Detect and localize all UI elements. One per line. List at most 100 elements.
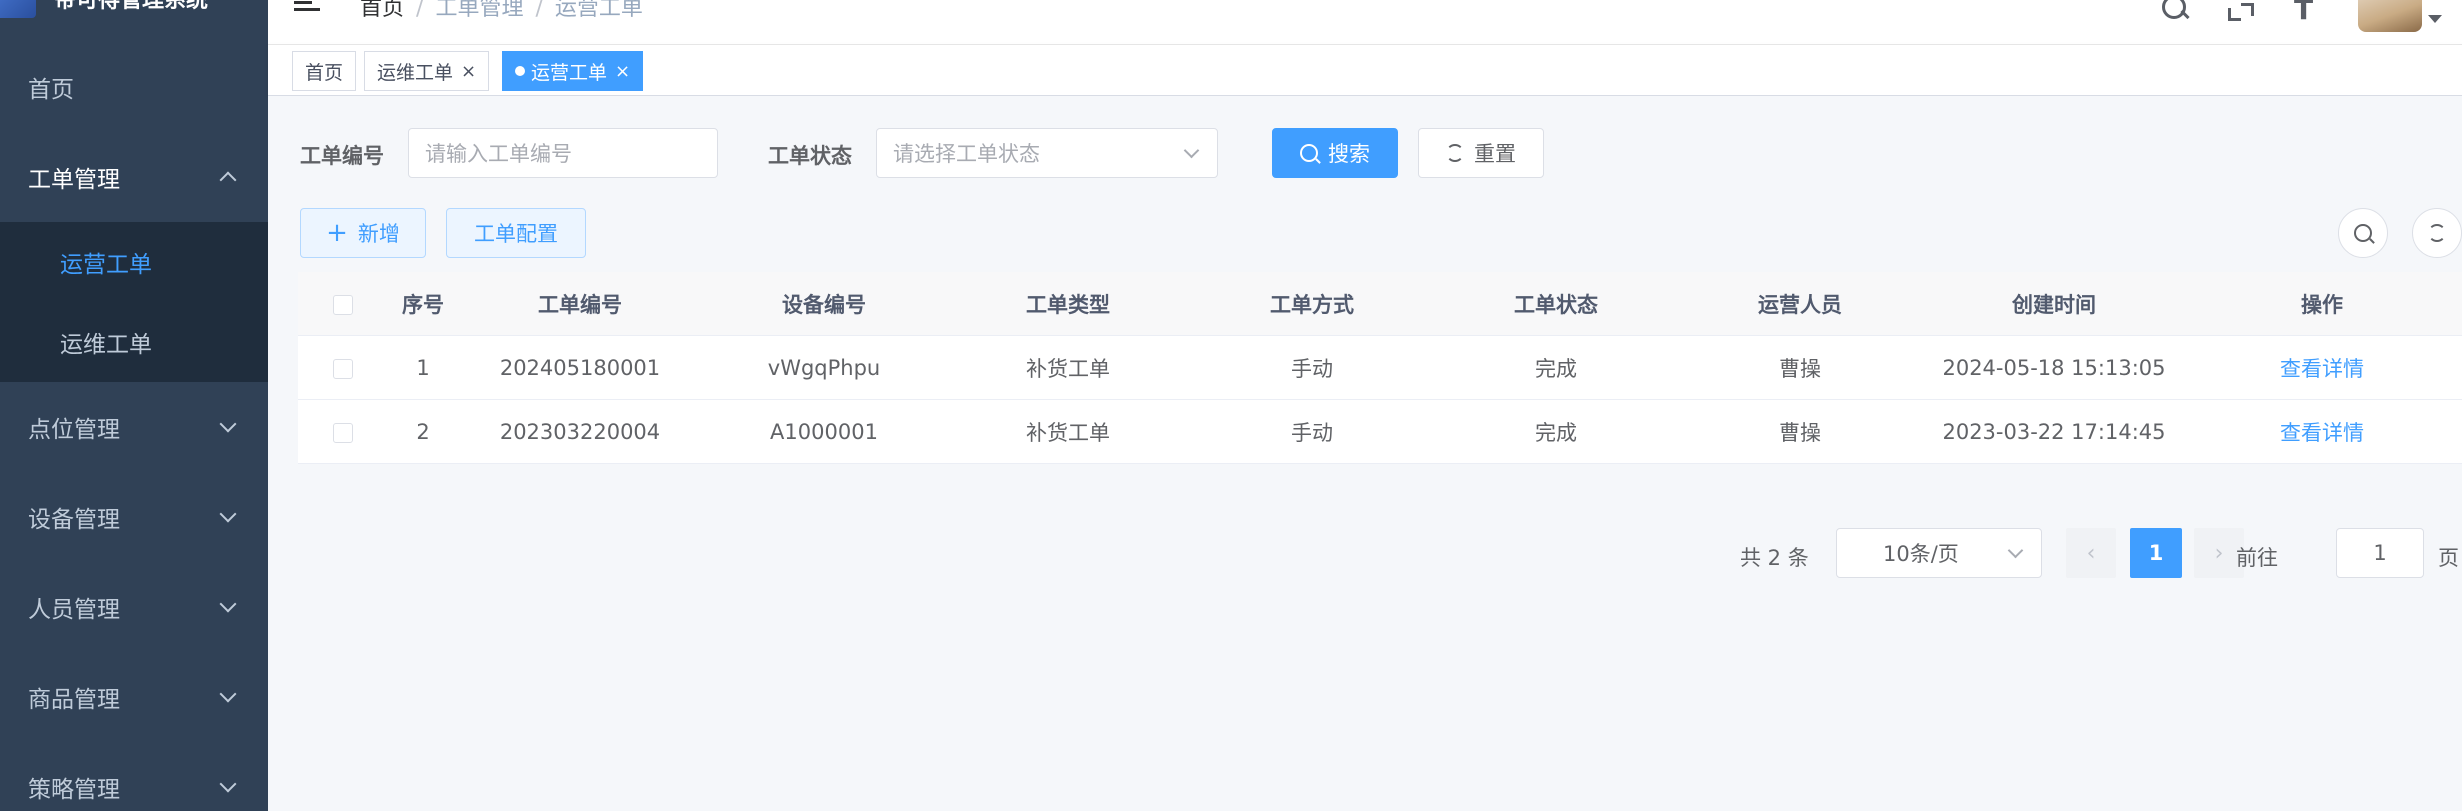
order-no-input[interactable]: 请输入工单编号 xyxy=(408,128,718,178)
sidebar-item-label: 设备管理 xyxy=(28,507,120,533)
prev-page-button[interactable]: ‹ xyxy=(2066,528,2116,578)
logo-icon xyxy=(0,0,36,18)
column-header: 工单编号 xyxy=(538,292,622,317)
refresh-table-button[interactable] xyxy=(2412,208,2462,258)
status-select[interactable]: 请选择工单状态 xyxy=(876,128,1218,178)
cell-created: 2024-05-18 15:13:05 xyxy=(1942,355,2166,380)
cell-order-no: 202405180001 xyxy=(499,355,661,380)
column-header: 工单状态 xyxy=(1514,292,1598,317)
tag-operation-orders[interactable]: 运营工单 × xyxy=(502,51,644,91)
plus-icon: + xyxy=(326,218,348,248)
sidebar-item-label: 工单管理 xyxy=(28,167,120,193)
breadcrumb: 首页 / 工单管理 / 运营工单 xyxy=(360,0,643,22)
order-config-button[interactable]: 工单配置 xyxy=(446,208,586,258)
sidebar-item-label: 人员管理 xyxy=(28,597,120,623)
sidebar-submenu-work-orders: 运营工单 运维工单 xyxy=(0,222,268,382)
reset-button[interactable]: 重置 xyxy=(1418,128,1544,178)
sidebar-item-products[interactable]: 商品管理 xyxy=(0,652,268,742)
search-button-label: 搜索 xyxy=(1328,142,1370,166)
column-header: 工单类型 xyxy=(1026,292,1110,317)
row-checkbox[interactable] xyxy=(333,422,353,443)
chevron-down-icon xyxy=(219,595,237,613)
tag-label: 首页 xyxy=(305,61,344,84)
column-header: 设备编号 xyxy=(782,292,866,317)
cell-created: 2023-03-22 17:14:45 xyxy=(1942,419,2166,444)
active-dot-icon xyxy=(515,66,525,76)
font-size-icon[interactable] xyxy=(2292,0,2322,26)
goto-page-input[interactable]: 1 xyxy=(2336,528,2424,578)
action-cell: 查看详情 xyxy=(2186,417,2458,447)
close-icon[interactable]: × xyxy=(461,61,476,82)
tag-home[interactable]: 首页 xyxy=(292,51,357,91)
chevron-up-icon xyxy=(219,171,237,189)
cell-order-no: 202303220004 xyxy=(499,419,661,444)
add-button-label: 新增 xyxy=(357,222,400,246)
table-row: 2 202303220004 A1000001 补货工单 手动 完成 曹操 20… xyxy=(298,400,2462,464)
cell-operator: 曹操 xyxy=(1779,356,1821,381)
cell-index: 2 xyxy=(416,419,430,444)
cell-status: 完成 xyxy=(1535,356,1577,381)
chevron-down-icon xyxy=(219,685,237,703)
view-detail-link[interactable]: 查看详情 xyxy=(2280,357,2364,381)
page-number-current[interactable]: 1 xyxy=(2130,528,2182,578)
sidebar-item-devices[interactable]: 设备管理 xyxy=(0,472,268,562)
column-header: 工单方式 xyxy=(1270,292,1354,317)
add-button[interactable]: + 新增 xyxy=(300,208,426,258)
order-no-label: 工单编号 xyxy=(300,144,384,168)
cell-device-no: vWgqPhpu xyxy=(767,355,881,380)
sidebar-item-home[interactable]: 首页 xyxy=(0,42,268,132)
logo-text: 帝可得管理系统 xyxy=(54,0,209,13)
logo: 帝可得管理系统 xyxy=(0,0,268,18)
chevron-right-icon: › xyxy=(2214,540,2224,566)
tag-maintenance-orders[interactable]: 运维工单 × xyxy=(364,51,490,91)
chevron-down-icon xyxy=(219,775,237,793)
select-all-checkbox[interactable] xyxy=(333,294,353,315)
cell-type: 补货工单 xyxy=(1026,420,1110,445)
action-cell: 查看详情 xyxy=(2186,353,2458,383)
cell-type: 补货工单 xyxy=(1026,356,1110,381)
chevron-down-icon xyxy=(219,505,237,523)
sidebar-item-label: 首页 xyxy=(28,77,74,103)
chevron-left-icon: ‹ xyxy=(2086,540,2096,566)
sidebar-item-locations[interactable]: 点位管理 xyxy=(0,382,268,472)
cell-method: 手动 xyxy=(1291,356,1333,381)
breadcrumb-separator: / xyxy=(535,0,543,21)
page-size-select[interactable]: 10条/页 xyxy=(1836,528,2042,578)
fullscreen-icon[interactable] xyxy=(2226,0,2256,23)
sidebar-item-label: 点位管理 xyxy=(28,417,120,443)
status-label: 工单状态 xyxy=(768,144,852,168)
search-button[interactable]: 搜索 xyxy=(1272,128,1398,178)
search-icon xyxy=(2354,224,2372,242)
toggle-search-button[interactable] xyxy=(2338,208,2388,258)
select-all-cell xyxy=(298,292,388,316)
goto-label: 前往 xyxy=(2236,546,2278,570)
hamburger-icon[interactable] xyxy=(294,0,320,14)
refresh-icon xyxy=(2428,224,2446,242)
sidebar-subitem-label: 运维工单 xyxy=(60,332,152,358)
sidebar-subitem-operation-orders[interactable]: 运营工单 xyxy=(0,222,268,302)
sidebar-item-strategies[interactable]: 策略管理 xyxy=(0,742,268,811)
caret-down-icon[interactable] xyxy=(2428,15,2442,23)
table-row: 1 202405180001 vWgqPhpu 补货工单 手动 完成 曹操 20… xyxy=(298,336,2462,400)
tag-label: 运营工单 xyxy=(531,61,608,84)
top-navbar: 首页 / 工单管理 / 运营工单 xyxy=(268,0,2462,44)
close-icon[interactable]: × xyxy=(615,61,630,82)
row-checkbox[interactable] xyxy=(333,358,353,379)
navbar-actions xyxy=(2160,0,2442,32)
breadcrumb-item[interactable]: 首页 xyxy=(360,0,404,21)
order-config-button-label: 工单配置 xyxy=(474,222,558,246)
chevron-down-icon xyxy=(1183,142,1200,159)
search-icon[interactable] xyxy=(2160,0,2190,23)
sidebar-item-work-orders[interactable]: 工单管理 xyxy=(0,132,268,222)
sidebar-menu: 首页 工单管理 运营工单 运维工单 点位管理 设备管理 人员管理 商品管理 策略… xyxy=(0,42,268,811)
sidebar-subitem-maintenance-orders[interactable]: 运维工单 xyxy=(0,302,268,382)
sidebar-item-staff[interactable]: 人员管理 xyxy=(0,562,268,652)
row-select-cell xyxy=(298,420,388,444)
tag-label: 运维工单 xyxy=(377,61,454,84)
view-detail-link[interactable]: 查看详情 xyxy=(2280,421,2364,445)
avatar[interactable] xyxy=(2358,0,2422,32)
cell-operator: 曹操 xyxy=(1779,420,1821,445)
chevron-down-icon xyxy=(219,415,237,433)
page-suffix: 页 xyxy=(2438,546,2459,570)
column-header: 序号 xyxy=(402,292,444,317)
